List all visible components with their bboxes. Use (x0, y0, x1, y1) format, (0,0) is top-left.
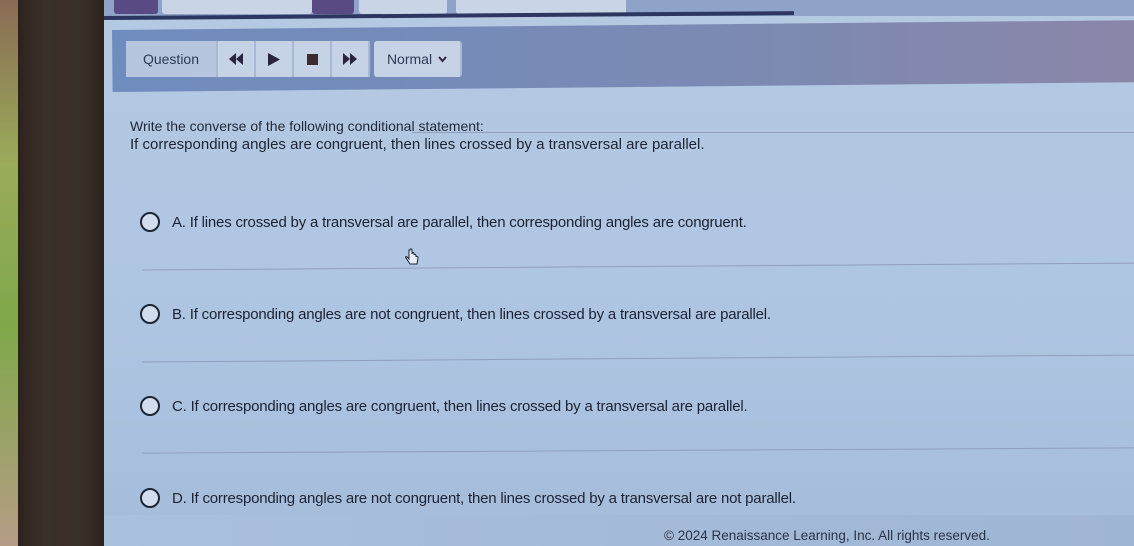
previous-button[interactable] (114, 0, 158, 14)
choice-b-text: B. If corresponding angles are not congr… (172, 305, 771, 323)
chevron-down-icon (438, 55, 447, 63)
choice-b[interactable]: B. If corresponding angles are not congr… (140, 304, 771, 324)
radio-b[interactable] (140, 304, 160, 324)
choice-d[interactable]: D. If corresponding angles are not congr… (140, 488, 796, 508)
play-icon (268, 52, 280, 66)
question-panel: Write the converse of the following cond… (112, 96, 1134, 516)
speed-value: Normal (386, 51, 433, 67)
choice-a-text: A. If lines crossed by a transversal are… (172, 213, 747, 231)
choice-a[interactable]: A. If lines crossed by a transversal are… (140, 212, 747, 232)
choice-c[interactable]: C. If corresponding angles are congruent… (140, 396, 748, 416)
choice-d-text: D. If corresponding angles are not congr… (172, 489, 796, 507)
rewind-icon (229, 53, 243, 65)
fast-forward-icon (343, 53, 357, 65)
question-prompt: Write the converse of the following cond… (130, 118, 484, 134)
screen: Question Normal Write the converse of th… (104, 0, 1134, 546)
question-tab[interactable] (162, 0, 312, 14)
radio-c[interactable] (140, 396, 160, 416)
stop-button[interactable] (294, 41, 332, 77)
conditional-statement: If corresponding angles are congruent, t… (130, 136, 705, 153)
question-audio-label: Question (126, 41, 218, 77)
divider (412, 132, 1134, 133)
choice-c-text: C. If corresponding angles are congruent… (172, 397, 748, 415)
rewind-button[interactable] (218, 41, 256, 77)
divider (142, 262, 1134, 271)
hand-cursor-icon (405, 248, 419, 265)
radio-a[interactable] (140, 212, 160, 232)
audio-toolbar: Question Normal (126, 41, 462, 77)
fast-forward-button[interactable] (332, 41, 370, 77)
play-button[interactable] (256, 41, 294, 77)
divider (142, 447, 1134, 454)
copyright-text: © 2024 Renaissance Learning, Inc. All ri… (664, 528, 990, 543)
radio-d[interactable] (140, 488, 160, 508)
speed-select[interactable]: Normal (374, 41, 462, 77)
monitor-bezel (18, 0, 104, 546)
nav-button[interactable] (312, 0, 354, 14)
divider (142, 354, 1134, 363)
stop-icon (306, 53, 318, 65)
nav-tab-2[interactable] (359, 0, 447, 14)
